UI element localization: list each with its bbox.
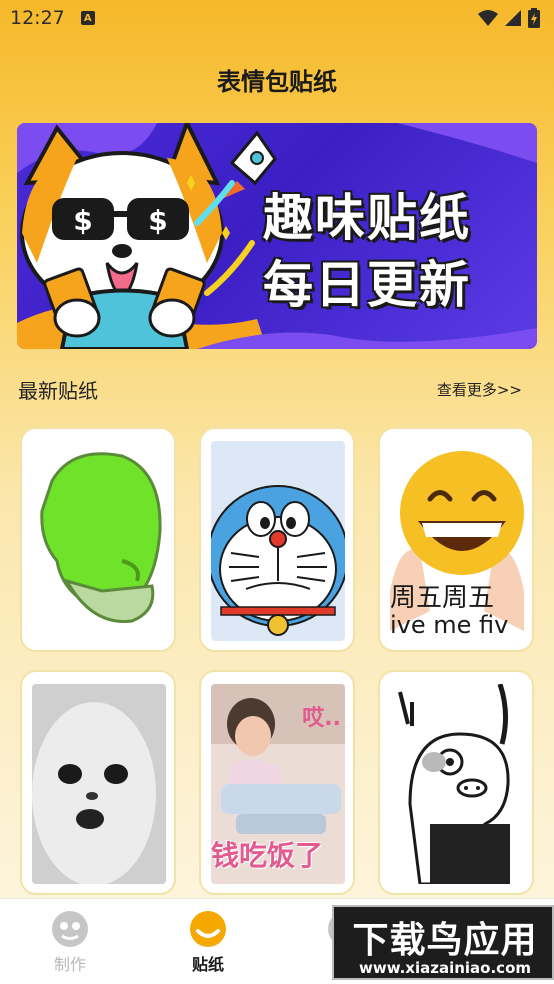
tab-make[interactable]: 制作 xyxy=(10,899,130,984)
tab-label: 贴纸 xyxy=(191,955,224,974)
battery-icon xyxy=(528,8,540,28)
sticker-card[interactable]: 哎.. 钱吃饭了 xyxy=(199,670,355,895)
status-bar: 12:27 A xyxy=(0,0,554,36)
smile-icon xyxy=(190,911,226,947)
svg-text:$: $ xyxy=(148,204,167,237)
notification-icon: A xyxy=(80,11,95,25)
sticker-caption-bottom: ive me fiv xyxy=(390,611,509,639)
watermark-url: www.xiazainiao.com xyxy=(358,959,532,977)
doodle-sticker xyxy=(390,684,524,884)
banner-line-2: 每日更新 xyxy=(263,256,471,314)
tab-stickers[interactable]: 贴纸 xyxy=(148,899,268,984)
grin-emoji-sticker: 周五周五 ive me fiv xyxy=(390,441,524,641)
section-title: 最新贴纸 xyxy=(18,378,98,403)
doraemon-sticker xyxy=(211,441,345,641)
sticker-card[interactable]: 周五周五 ive me fiv xyxy=(378,427,534,652)
sticker-card[interactable] xyxy=(20,427,176,652)
tab-label: 制作 xyxy=(53,955,86,974)
page-title: 表情包贴纸 xyxy=(217,68,337,96)
sticker-caption-top: 哎.. xyxy=(302,706,341,731)
sticker-card[interactable] xyxy=(20,670,176,895)
status-time: 12:27 xyxy=(10,7,65,29)
sticker-card[interactable] xyxy=(378,670,534,895)
sticker-card[interactable] xyxy=(199,427,355,652)
section-header: 最新贴纸 查看更多>> xyxy=(18,374,522,404)
watermark-title: 下载鸟应用 xyxy=(352,920,538,961)
face-icon xyxy=(52,911,88,947)
sticker-caption-top: 周五周五 xyxy=(390,583,495,613)
wifi-icon xyxy=(478,10,498,26)
banner-line-1: 趣味贴纸 xyxy=(263,189,471,247)
svg-text:$: $ xyxy=(73,204,92,237)
promo-banner[interactable]: $ $ 趣味贴纸 每日更新 xyxy=(17,123,537,349)
watermark-logo: 下载鸟应用 www.xiazainiao.com xyxy=(332,905,554,980)
baby-sticker: 哎.. 钱吃饭了 xyxy=(211,684,345,884)
signal-icon xyxy=(505,10,521,26)
sticker-caption-bottom: 钱吃饭了 xyxy=(211,839,324,872)
status-icons xyxy=(478,8,540,28)
green-blob-sticker xyxy=(32,441,166,641)
see-more-link[interactable]: 查看更多>> xyxy=(437,379,522,400)
seal-sticker xyxy=(32,684,166,884)
